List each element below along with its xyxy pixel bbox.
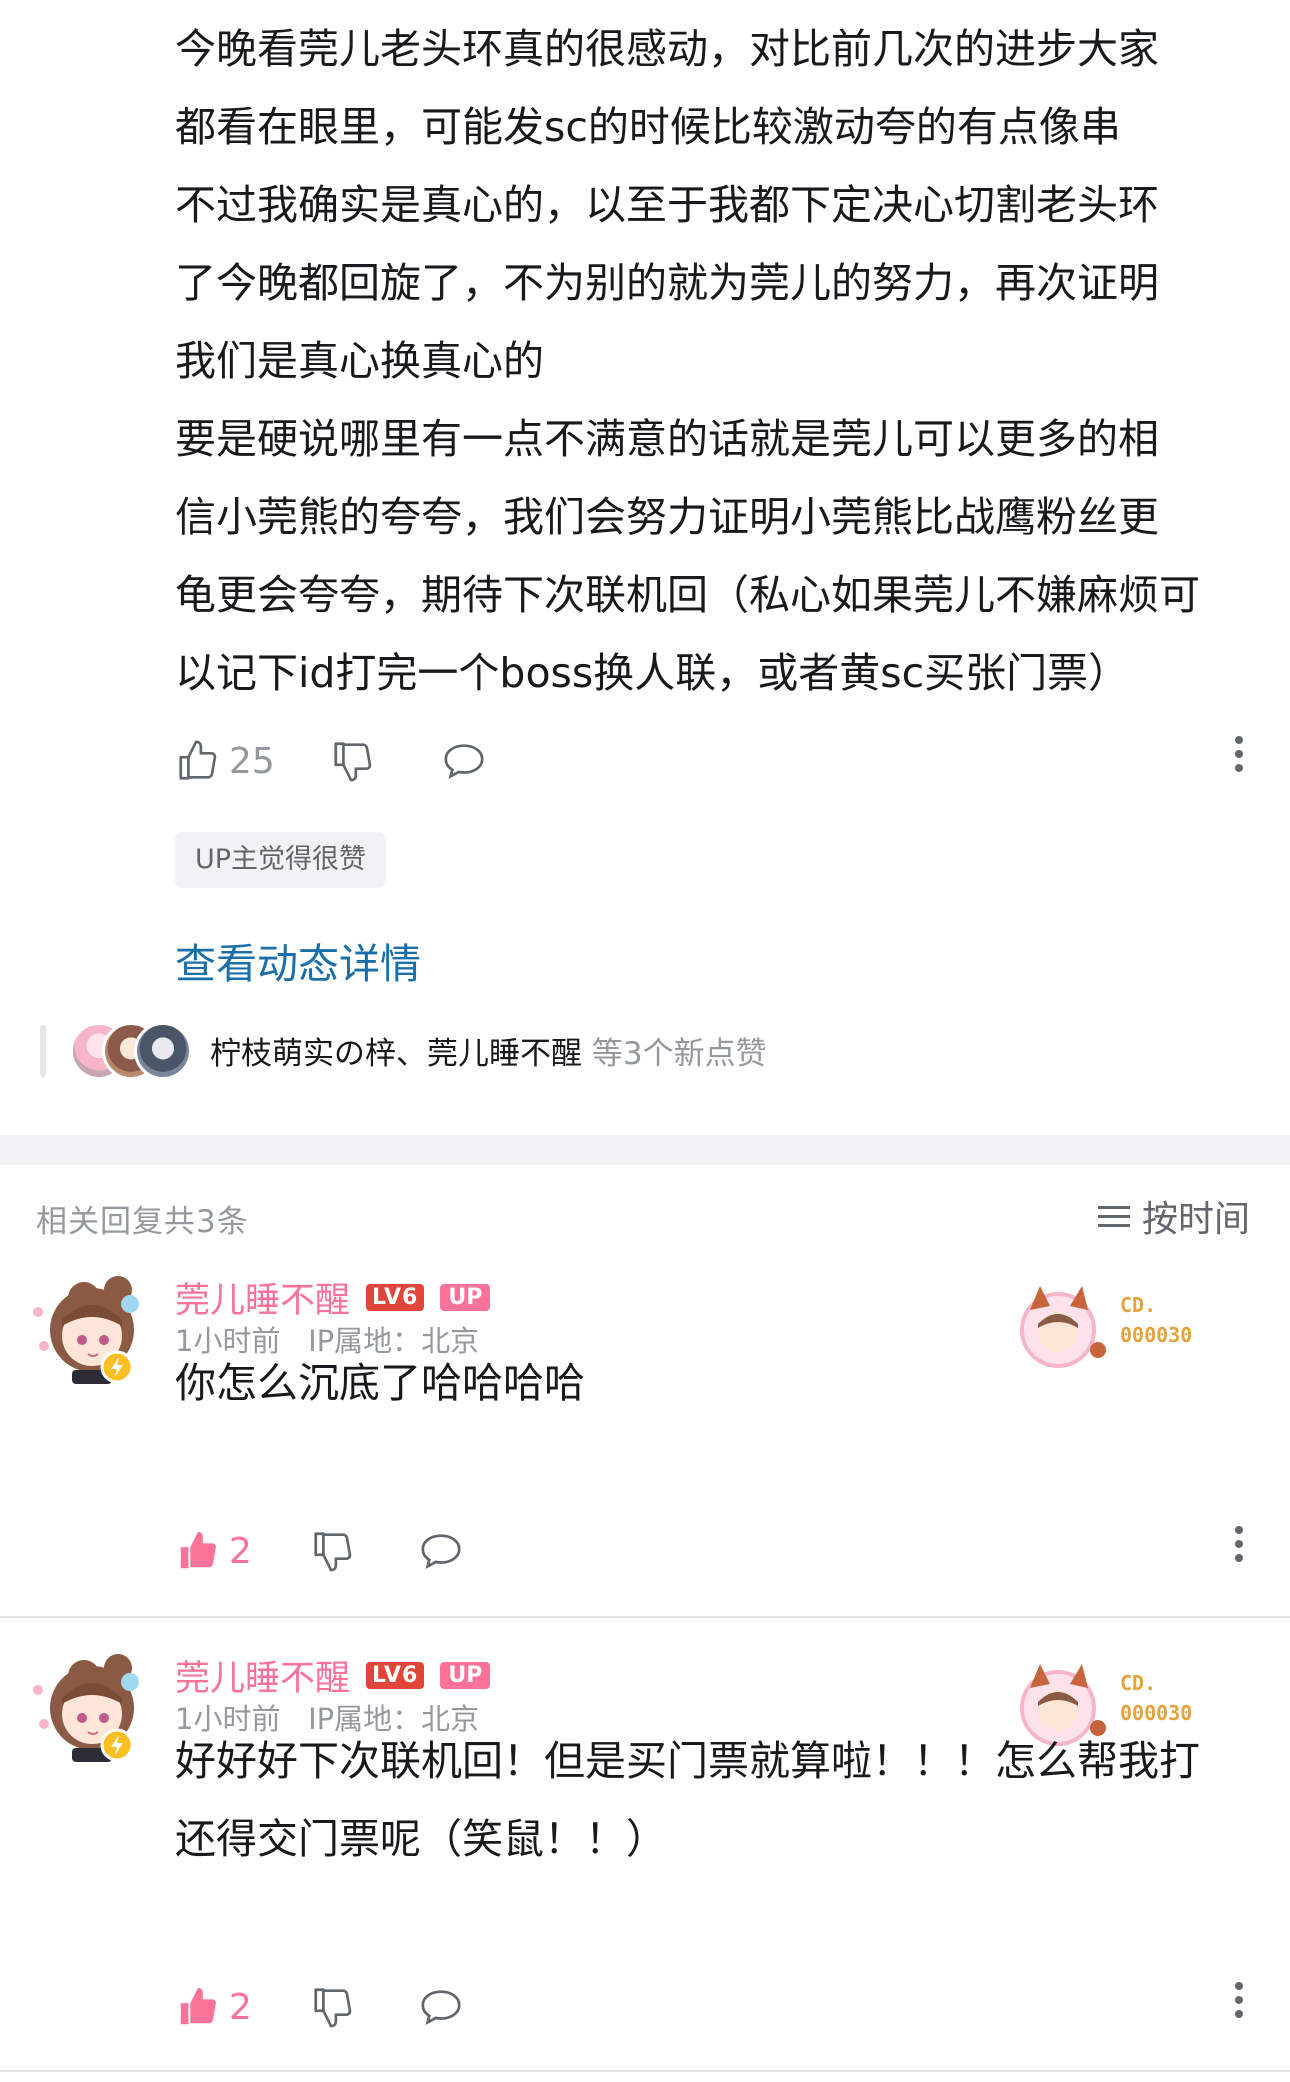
thumbs-down-icon [314, 1532, 352, 1572]
comment-button[interactable] [417, 1528, 465, 1574]
post-actions: 25 [175, 736, 1245, 786]
post-line: 了今晚都回旋了，不为别的就为莞儿的努力，再次证明 [175, 259, 1159, 307]
comment-bubble-icon [421, 1990, 461, 2025]
up-liked-tag: UP主觉得很赞 [175, 832, 387, 888]
likers-count-text: 等3个新点赞 [591, 1036, 767, 1072]
dislike-button[interactable] [310, 1984, 356, 2030]
username[interactable]: 莞儿睡不醒 [175, 1650, 350, 1701]
thumbs-down-icon [314, 1988, 352, 2028]
post-line: 信小莞熊的夸夸，我们会努力证明小莞熊比战鹰粉丝更 [175, 493, 1159, 541]
reply-content: 你怎么沉底了哈哈哈哈 [175, 1344, 1255, 1422]
up-badge: UP [440, 1662, 491, 1689]
user-avatar[interactable] [22, 1638, 152, 1768]
reply-content: 好好好下次联机回！但是买门票就算啦！！！怎么帮我打 还得交门票呢（笑鼠！！） [175, 1722, 1255, 1878]
reply-author: 莞儿睡不醒 LV6 UP [175, 1650, 491, 1701]
sort-by-time-button[interactable]: 按时间 [1097, 1190, 1250, 1242]
up-badge: UP [440, 1284, 491, 1311]
reply-separator [0, 1616, 1290, 1618]
thumbs-up-filled-icon [180, 1987, 216, 2025]
like-button[interactable]: 2 [175, 1528, 252, 1574]
like-count: 2 [229, 1530, 252, 1572]
reply-actions: 2 [175, 1982, 1245, 2032]
fan-number-label: CD. [1120, 1671, 1157, 1695]
reply-line: 好好好下次联机回！但是买门票就算啦！！！怎么帮我打 [175, 1737, 1200, 1785]
thumbs-up-filled-icon [180, 1531, 216, 1569]
likers-summary[interactable]: 柠枝萌实の梓、莞儿睡不醒 等3个新点赞 [210, 1028, 767, 1073]
liker-avatars[interactable] [70, 1022, 192, 1080]
post-line: 龟更会夸夸，期待下次联机回（私心如果莞儿不嫌麻烦可 [175, 571, 1200, 619]
thumbs-down-icon [334, 742, 372, 782]
fan-number: CD. 000030 [1120, 1290, 1192, 1350]
more-options-icon[interactable] [1233, 1520, 1245, 1568]
post-line: 今晚看莞儿老头环真的很感动，对比前几次的进步大家 [175, 25, 1159, 73]
post-content: 今晚看莞儿老头环真的很感动，对比前几次的进步大家 都看在眼里，可能发sc的时候比… [175, 10, 1235, 712]
username[interactable]: 莞儿睡不醒 [175, 1272, 350, 1323]
lightning-badge-icon [100, 1350, 134, 1384]
comment-bubble-icon [421, 1534, 461, 1569]
reply-item: 莞儿睡不醒 LV6 UP 1小时前 IP属地：北京 CD. 000030 好好好… [0, 1638, 1290, 2068]
thumbs-up-icon [179, 740, 217, 780]
lightning-badge-icon [100, 1728, 134, 1762]
comment-button[interactable] [417, 1984, 465, 2030]
more-options-icon[interactable] [1233, 730, 1245, 778]
reply-line: 你怎么沉底了哈哈哈哈 [175, 1359, 585, 1407]
reply-item: 莞儿睡不醒 LV6 UP 1小时前 IP属地：北京 CD. 000030 你怎么… [0, 1260, 1290, 1590]
sort-label: 按时间 [1141, 1199, 1250, 1240]
like-count: 2 [229, 1986, 252, 2028]
reply-author: 莞儿睡不醒 LV6 UP [175, 1272, 491, 1323]
like-button[interactable]: 25 [175, 738, 275, 784]
liker-avatar [134, 1022, 192, 1080]
view-detail-link[interactable]: 查看动态详情 [175, 930, 421, 990]
user-avatar[interactable] [22, 1260, 152, 1390]
post-line: 要是硬说哪里有一点不满意的话就是莞儿可以更多的相 [175, 415, 1159, 463]
sort-menu-icon [1097, 1200, 1130, 1233]
fan-number-label: CD. [1120, 1293, 1157, 1317]
dislike-button[interactable] [310, 1528, 356, 1574]
replies-count-header: 相关回复共3条 [36, 1204, 249, 1240]
dislike-button[interactable] [330, 738, 376, 784]
section-divider [0, 1135, 1290, 1165]
reply-line: 还得交门票呢（笑鼠！！） [175, 1815, 667, 1863]
fan-number: CD. 000030 [1120, 1668, 1192, 1728]
reply-separator [0, 2070, 1290, 2072]
likers-accent-bar [40, 1025, 46, 1077]
like-button[interactable]: 2 [175, 1984, 252, 2030]
level-badge: LV6 [366, 1284, 425, 1311]
like-count: 25 [229, 740, 275, 782]
post-line: 都看在眼里，可能发sc的时候比较激动夸的有点像串 [175, 103, 1121, 151]
comment-bubble-icon [444, 744, 484, 779]
reply-actions: 2 [175, 1526, 1245, 1576]
post-line: 我们是真心换真心的 [175, 337, 544, 385]
likers-names: 柠枝萌实の梓、莞儿睡不醒 [210, 1036, 582, 1072]
post-line: 以记下id打完一个boss换人联，或者黄sc买张门票） [175, 649, 1130, 697]
post-line: 不过我确实是真心的，以至于我都下定决心切割老头环 [175, 181, 1159, 229]
more-options-icon[interactable] [1233, 1976, 1245, 2024]
level-badge: LV6 [366, 1662, 425, 1689]
comment-button[interactable] [440, 738, 488, 784]
